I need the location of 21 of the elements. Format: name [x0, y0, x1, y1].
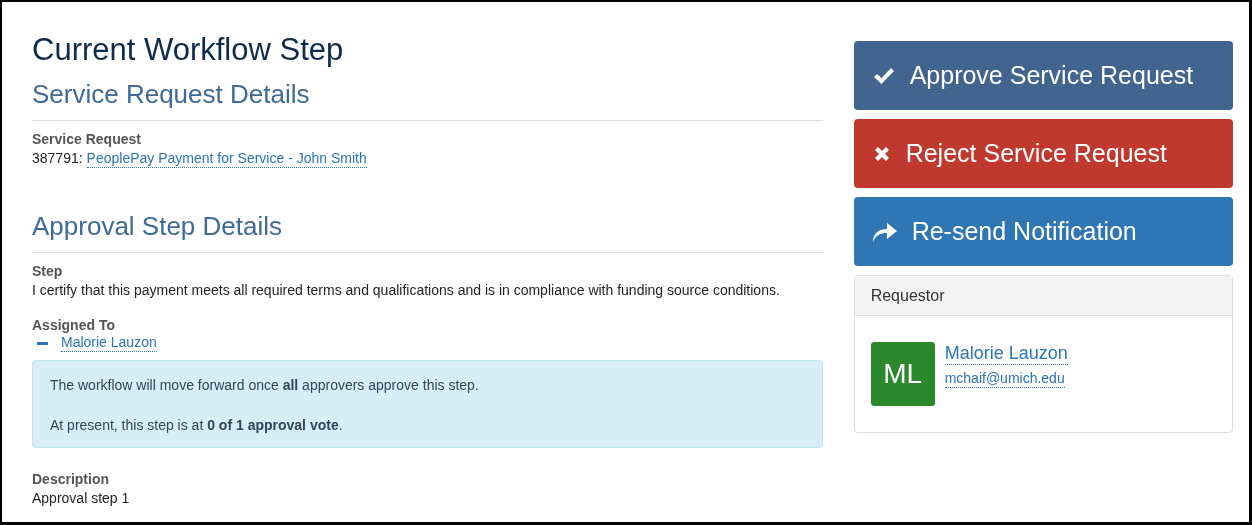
request-link[interactable]: PeoplePay Payment for Service - John Smith: [86, 150, 367, 168]
field-label: Step: [32, 262, 64, 280]
panel-header: Requestor: [854, 276, 1232, 316]
info-text: At present, this step is at 0 of 1 approval vote.: [50, 416, 344, 435]
avatar: ML: [870, 342, 935, 406]
assignee-link[interactable]: Malorie Lauzon: [61, 334, 157, 352]
section-heading: Approval Step Details: [32, 208, 823, 253]
reject-button[interactable]: Reject Service Request: [853, 119, 1233, 188]
page-title: Current Workflow Step: [32, 31, 345, 69]
field-label: Service Request: [32, 130, 142, 148]
resend-button[interactable]: Re-send Notification: [853, 197, 1233, 266]
request-id: 387791:: [32, 149, 83, 168]
section-heading: Service Request Details: [32, 76, 823, 121]
description-text: Approval step 1: [32, 489, 131, 508]
email-link[interactable]: mchaif@umich.edu: [944, 370, 1065, 388]
requestor-name-link[interactable]: Malorie Lauzon: [944, 343, 1068, 365]
approve-button[interactable]: Approve Service Request: [853, 41, 1233, 110]
field-label: Assigned To: [32, 316, 116, 334]
step-text: I certify that this payment meets all required terms and qualifications and is in compliance with funding source conditions.: [32, 281, 781, 300]
field-label: Description: [32, 470, 110, 488]
info-text: The workflow will move forward once all approvers approve this step.: [50, 376, 480, 395]
